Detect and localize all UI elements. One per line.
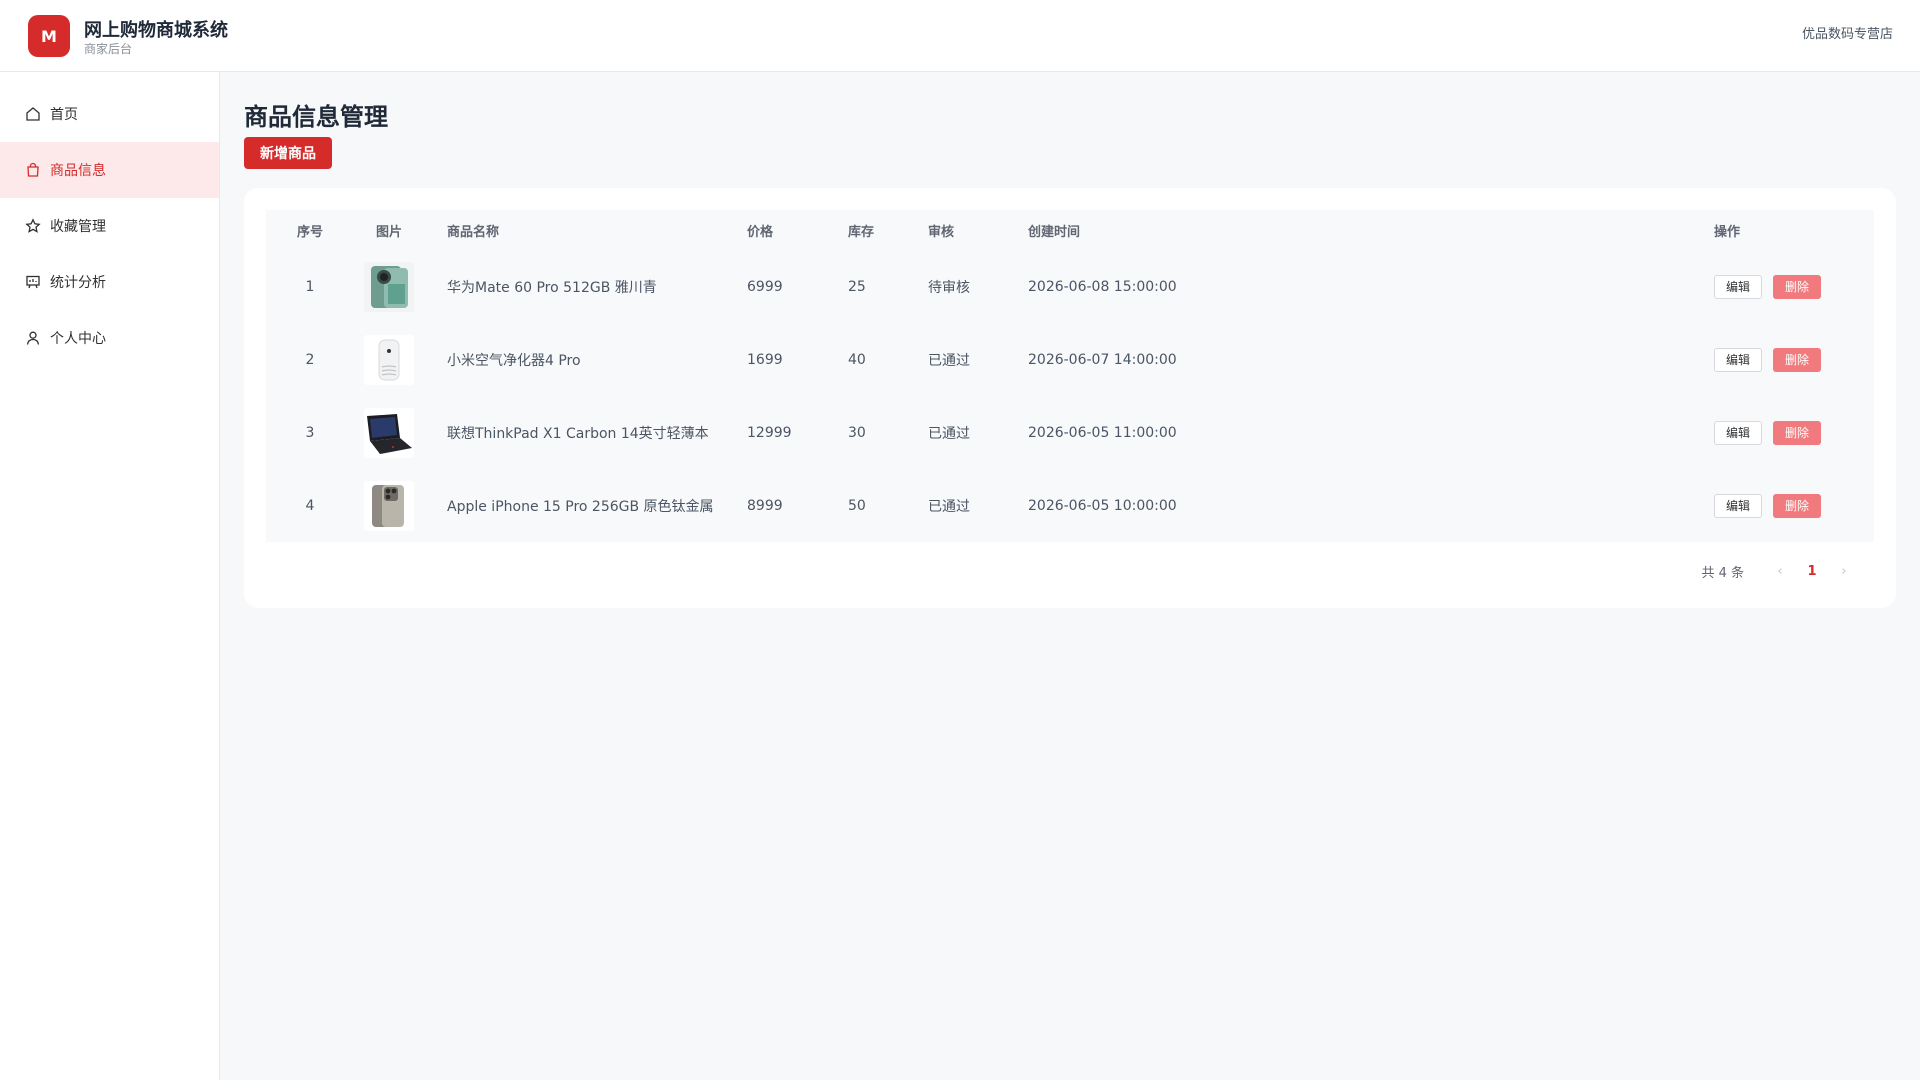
edit-button[interactable]: 编辑: [1714, 420, 1762, 445]
row-actions: 编辑 删除: [1714, 420, 1874, 445]
top-header: M 网上购物商城系统 商家后台 优品数码专营店: [0, 0, 1920, 72]
table-row: 1 华为Mate 60 Pro 512GB 雅川青 6999 25 待审核 20…: [266, 250, 1874, 323]
row-index: 2: [305, 351, 315, 368]
product-price: 1699: [747, 351, 783, 368]
products-table: 序号 图片 商品名称 价格 库存 审核 创建时间 操作 1 华为Mate 60 …: [266, 210, 1874, 542]
product-stock: 40: [848, 351, 866, 368]
sidebar-item-label: 首页: [50, 107, 78, 123]
prev-page-button[interactable]: ‹: [1764, 564, 1796, 579]
created-time: 2026-06-08 15:00:00: [1028, 278, 1177, 295]
app-subtitle: 商家后台: [84, 42, 133, 56]
product-price: 6999: [747, 278, 783, 295]
row-index: 4: [305, 497, 315, 514]
product-stock: 30: [848, 424, 866, 441]
row-index: 3: [305, 424, 315, 441]
sidebar-nav: 首页 商品信息 收藏管理 统计分析 个人中心: [0, 86, 219, 366]
sidebar-item-products[interactable]: 商品信息: [0, 142, 219, 198]
product-thumbnail[interactable]: [354, 480, 424, 531]
created-time: 2026-06-05 11:00:00: [1028, 424, 1177, 441]
table-header: 序号 图片 商品名称 价格 库存 审核 创建时间 操作: [266, 210, 1874, 250]
app-title: 网上购物商城系统: [84, 20, 228, 41]
home-icon: [24, 105, 42, 123]
delete-button[interactable]: 删除: [1773, 420, 1821, 445]
row-actions: 编辑 删除: [1714, 274, 1874, 299]
laptop-black-image: [364, 407, 414, 458]
delete-button[interactable]: 删除: [1773, 274, 1821, 299]
sidebar-item-profile[interactable]: 个人中心: [0, 310, 219, 366]
row-actions: 编辑 删除: [1714, 347, 1874, 372]
column-header-audit: 审核: [928, 224, 955, 240]
sidebar-item-home[interactable]: 首页: [0, 86, 219, 142]
shopping-bag-icon: [24, 161, 42, 179]
phone-titanium-image: [364, 480, 414, 531]
user-icon: [24, 329, 42, 347]
product-name: Apple iPhone 15 Pro 256GB 原色钛金属: [447, 498, 714, 515]
sidebar-item-statistics[interactable]: 统计分析: [0, 254, 219, 310]
product-thumbnail[interactable]: [354, 407, 424, 458]
add-product-button[interactable]: 新增商品: [244, 137, 332, 169]
column-header-created-time: 创建时间: [1028, 224, 1081, 240]
product-price: 12999: [747, 424, 792, 441]
product-thumbnail[interactable]: [354, 261, 424, 312]
page-number-button[interactable]: 1: [1796, 564, 1828, 579]
star-icon: [24, 217, 42, 235]
product-stock: 50: [848, 497, 866, 514]
delete-button[interactable]: 删除: [1773, 493, 1821, 518]
products-card: 序号 图片 商品名称 价格 库存 审核 创建时间 操作 1 华为Mate 60 …: [244, 188, 1896, 608]
chart-icon: [24, 273, 42, 291]
audit-status: 已通过: [928, 425, 970, 442]
product-thumbnail[interactable]: [354, 334, 424, 385]
column-header-actions: 操作: [1714, 224, 1741, 240]
sidebar-item-favorites[interactable]: 收藏管理: [0, 198, 219, 254]
created-time: 2026-06-05 10:00:00: [1028, 497, 1177, 514]
sidebar-item-label: 个人中心: [50, 331, 106, 347]
column-header-price: 价格: [747, 224, 774, 240]
product-stock: 25: [848, 278, 866, 295]
edit-button[interactable]: 编辑: [1714, 493, 1762, 518]
column-header-stock: 库存: [848, 224, 875, 240]
sidebar-item-label: 收藏管理: [50, 219, 106, 235]
column-header-image: 图片: [375, 224, 402, 240]
table-row: 4 Apple iPhone 15 Pro 256GB 原色钛金属 8999 5…: [266, 469, 1874, 542]
logo-badge: M: [28, 15, 70, 57]
pagination-total: 共 4 条: [1701, 566, 1744, 581]
product-name: 华为Mate 60 Pro 512GB 雅川青: [447, 279, 657, 296]
shop-name[interactable]: 优品数码专营店: [1802, 23, 1893, 42]
product-name: 联想ThinkPad X1 Carbon 14英寸轻薄本: [447, 425, 709, 442]
column-header-name: 商品名称: [447, 224, 500, 240]
edit-button[interactable]: 编辑: [1714, 347, 1762, 372]
sidebar-item-label: 统计分析: [50, 275, 106, 291]
page-title: 商品信息管理: [244, 103, 388, 131]
product-name: 小米空气净化器4 Pro: [447, 352, 581, 369]
row-actions: 编辑 删除: [1714, 493, 1874, 518]
table-row: 3 联想ThinkPad X1 Carbon 14英寸轻薄本 12999 30 …: [266, 396, 1874, 469]
delete-button[interactable]: 删除: [1773, 347, 1821, 372]
phone-green-image: [364, 261, 414, 312]
purifier-white-image: [364, 334, 414, 385]
next-page-button[interactable]: ›: [1828, 564, 1860, 579]
audit-status: 已通过: [928, 498, 970, 515]
product-price: 8999: [747, 497, 783, 514]
table-row: 2 小米空气净化器4 Pro 1699 40 已通过 2026-06-07 14…: [266, 323, 1874, 396]
column-header-index: 序号: [296, 224, 323, 240]
sidebar-item-label: 商品信息: [50, 163, 106, 179]
audit-status: 待审核: [928, 279, 970, 296]
created-time: 2026-06-07 14:00:00: [1028, 351, 1177, 368]
audit-status: 已通过: [928, 352, 970, 369]
pagination: 共 4 条 ‹ 1 ›: [1701, 562, 1860, 581]
edit-button[interactable]: 编辑: [1714, 274, 1762, 299]
row-index: 1: [305, 278, 315, 295]
